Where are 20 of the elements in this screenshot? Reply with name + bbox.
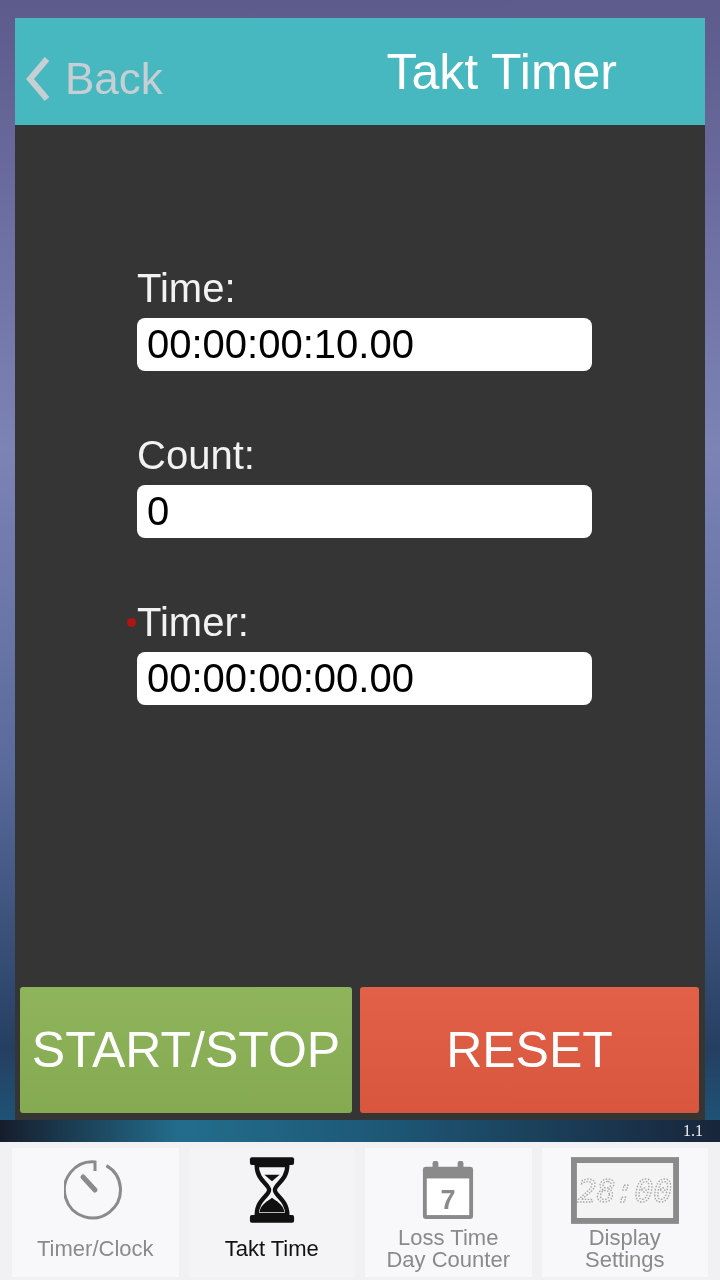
- field-label: Time:: [137, 265, 236, 312]
- value-field[interactable]: 00:00:00:00.00: [137, 652, 592, 705]
- field-label: Count:: [137, 432, 255, 479]
- screen-title: Takt Timer: [386, 46, 617, 97]
- digital-display-icon: 28:00: [570, 1156, 679, 1224]
- tab-label: Takt Time: [224, 1234, 319, 1263]
- value-field[interactable]: 0: [137, 485, 592, 538]
- start-stop-button[interactable]: START/STOP: [20, 987, 352, 1113]
- tab[interactable]: 7 Loss Time Day Counter: [365, 1148, 532, 1277]
- tab[interactable]: Timer/Clock: [12, 1148, 179, 1277]
- tab[interactable]: 28:00 Display Settings: [541, 1148, 708, 1277]
- field-label: Timer:: [137, 599, 249, 646]
- tab-label: Loss Time Day Counter: [386, 1226, 510, 1274]
- tab-label: Timer/Clock: [37, 1234, 154, 1263]
- reset-button[interactable]: RESET: [360, 987, 699, 1113]
- value-field[interactable]: 00:00:00:10.00: [137, 318, 592, 371]
- tab-label: Display Settings: [585, 1226, 665, 1274]
- chevron-left-icon: [25, 55, 51, 102]
- hourglass-icon: [247, 1156, 296, 1224]
- version-text: 1.1: [683, 1122, 703, 1140]
